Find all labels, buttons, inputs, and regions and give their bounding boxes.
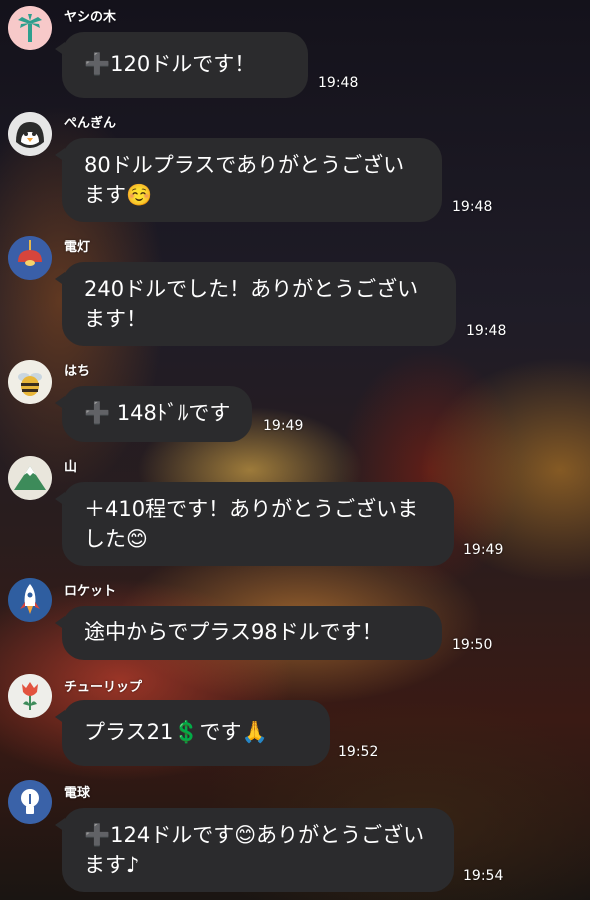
mountain-icon <box>8 456 52 500</box>
avatar[interactable] <box>8 6 52 50</box>
message-bubble[interactable]: ➕124ドルです😊ありがとうございます♪ <box>55 808 454 892</box>
message-bubble[interactable]: 80ドルプラスでありがとうございます☺️ <box>55 138 442 222</box>
avatar[interactable] <box>8 360 52 404</box>
avatar[interactable] <box>8 674 52 718</box>
sender-name: 電球 <box>64 786 91 801</box>
sender-name: ヤシの木 <box>64 10 117 25</box>
tulip-icon <box>8 674 52 718</box>
message-bubble[interactable]: ➕ 148ﾄﾞﾙです <box>55 386 252 442</box>
avatar[interactable] <box>8 780 52 824</box>
message-time: 19:54 <box>463 868 504 884</box>
bee-icon <box>8 360 52 404</box>
avatar[interactable] <box>8 578 52 622</box>
message-time: 19:49 <box>463 542 504 558</box>
chat-timeline[interactable]: ヤシの木 ➕120ドルです！ 19:48 ぺんぎん 80ドルプラスでありがとうご… <box>0 0 590 900</box>
message-bubble[interactable]: プラス21💲です🙏 <box>55 700 330 766</box>
avatar[interactable] <box>8 236 52 280</box>
sender-name: 山 <box>64 460 78 475</box>
message-time: 19:48 <box>466 323 507 339</box>
rocket-icon <box>8 578 52 622</box>
message-bubble[interactable]: 途中からでプラス98ドルです！ <box>55 606 442 660</box>
message-bubble[interactable]: ＋410程です！ありがとうございました😊 <box>55 482 454 566</box>
penguin-icon <box>8 112 52 156</box>
message-time: 19:48 <box>452 199 493 215</box>
message-bubble[interactable]: 240ドルでした！ありがとうございます！ <box>55 262 456 346</box>
message-time: 19:52 <box>338 744 379 760</box>
message-bubble[interactable]: ➕120ドルです！ <box>55 32 308 98</box>
message-time: 19:49 <box>263 418 304 434</box>
message-time: 19:50 <box>452 637 493 653</box>
sender-name: ロケット <box>64 584 117 599</box>
palm-tree-icon <box>8 6 52 50</box>
avatar[interactable] <box>8 112 52 156</box>
lightbulb-icon <box>8 780 52 824</box>
sender-name: チューリップ <box>64 680 143 695</box>
sender-name: 電灯 <box>64 240 91 255</box>
sender-name: はち <box>64 364 91 379</box>
avatar[interactable] <box>8 456 52 500</box>
lamp-icon <box>8 236 52 280</box>
message-time: 19:48 <box>318 75 359 91</box>
sender-name: ぺんぎん <box>64 116 117 131</box>
